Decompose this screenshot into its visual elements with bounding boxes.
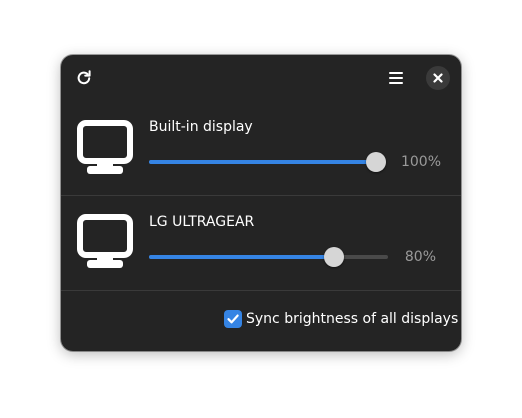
sync-checkbox[interactable] bbox=[224, 310, 242, 328]
hamburger-menu-icon bbox=[389, 72, 403, 84]
main-menu-button[interactable] bbox=[383, 65, 409, 91]
monitor-icon bbox=[77, 120, 133, 174]
display-name: Built-in display bbox=[149, 119, 253, 135]
header-bar bbox=[61, 55, 461, 101]
display-name: LG ULTRAGEAR bbox=[149, 214, 255, 230]
brightness-popover: Built-in display 100% LG ULTRAGEAR 80% S… bbox=[61, 55, 461, 351]
display-row-lg-ultragear: LG ULTRAGEAR 80% bbox=[61, 196, 461, 290]
refresh-icon bbox=[77, 70, 91, 85]
footer: Sync brightness of all displays bbox=[61, 291, 461, 351]
sync-label: Sync brightness of all displays bbox=[246, 311, 459, 327]
monitor-icon bbox=[77, 214, 133, 268]
display-row-built-in: Built-in display 100% bbox=[61, 101, 461, 195]
slider-knob[interactable] bbox=[324, 247, 345, 267]
brightness-slider-lg-ultragear[interactable] bbox=[149, 247, 388, 267]
brightness-value: 80% bbox=[404, 249, 436, 265]
refresh-button[interactable] bbox=[71, 65, 97, 91]
slider-fill bbox=[149, 160, 376, 164]
checkmark-icon bbox=[227, 314, 239, 324]
brightness-slider-built-in[interactable] bbox=[149, 152, 386, 172]
close-button[interactable] bbox=[426, 66, 450, 90]
slider-fill bbox=[149, 255, 335, 259]
close-icon bbox=[433, 73, 443, 83]
sync-brightness-toggle[interactable]: Sync brightness of all displays bbox=[224, 310, 458, 328]
slider-knob[interactable] bbox=[366, 152, 386, 172]
brightness-value: 100% bbox=[400, 154, 441, 170]
